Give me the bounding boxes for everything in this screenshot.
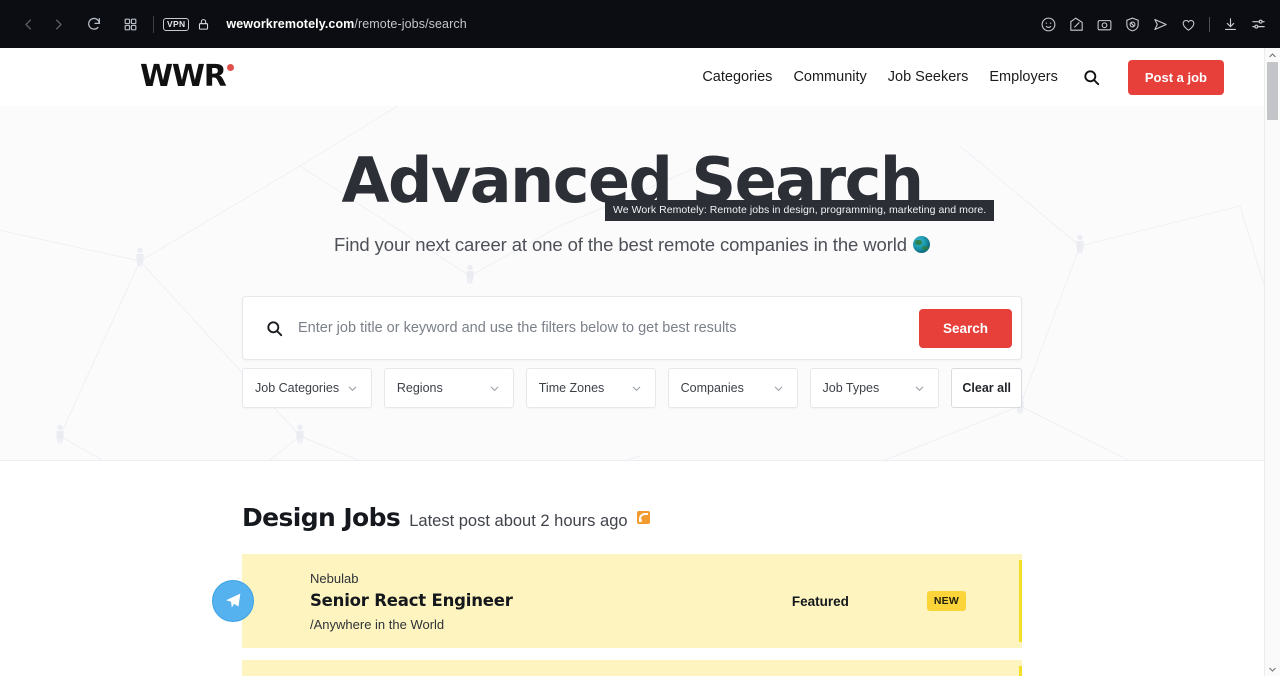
search-input[interactable] (298, 320, 919, 336)
reload-icon (86, 16, 102, 32)
search-button[interactable]: Search (918, 308, 1012, 348)
site-header: WWR Categories Community Job Seekers Emp… (0, 48, 1264, 106)
browser-viewport: WWR Categories Community Job Seekers Emp… (0, 48, 1280, 676)
jobs-inner: Design Jobs Latest post about 2 hours ag… (212, 503, 1022, 676)
globe-emoji-icon (912, 236, 930, 253)
vertical-scrollbar[interactable] (1264, 48, 1280, 676)
nav-item-employers[interactable]: Employers (989, 69, 1058, 85)
chevron-down-icon (772, 382, 785, 395)
job-region: /Anywhere in the World (310, 616, 445, 632)
logo-dot-icon (226, 64, 234, 71)
chevron-down-icon (346, 382, 359, 395)
post-a-job-button[interactable]: Post a job (1127, 59, 1224, 95)
grid-tabs-icon (123, 17, 138, 32)
job-title[interactable]: Senior React Engineer (310, 591, 792, 610)
shield-block-icon[interactable] (1123, 15, 1142, 34)
url-host: weworkremotely.com (226, 17, 355, 31)
job-card-accent-bar (1019, 560, 1022, 642)
filter-companies[interactable]: Companies (667, 368, 798, 408)
chevron-down-icon (488, 382, 501, 395)
filter-regions-label: Regions (396, 381, 443, 395)
header-search-icon[interactable] (1082, 68, 1101, 87)
url-path: /remote-jobs/search (354, 17, 467, 31)
latest-post-text: Latest post about 2 hours ago (409, 512, 628, 530)
hero-section: Advanced Search Find your next career at… (0, 106, 1264, 461)
hero-inner: Advanced Search Find your next career at… (0, 150, 1264, 408)
search-box[interactable]: Search (242, 296, 1022, 360)
job-featured-label: Featured (791, 593, 849, 609)
nav-item-community[interactable]: Community (793, 69, 866, 85)
job-info: Nebulab Senior React Engineer /Anywhere … (310, 571, 792, 632)
forward-arrow-icon (51, 17, 66, 32)
magnifier-icon (265, 319, 284, 338)
back-arrow-icon (21, 17, 36, 32)
edit-markup-icon[interactable] (1067, 15, 1086, 34)
download-icon[interactable] (1221, 15, 1240, 34)
chevron-down-icon (913, 382, 926, 395)
search-panel: Search Job Categories Regions Time Zones (242, 296, 1023, 408)
forward-button[interactable] (44, 10, 72, 38)
emoji-smiley-icon[interactable] (1039, 15, 1058, 34)
lock-icon[interactable] (197, 18, 210, 31)
filters-row: Job Categories Regions Time Zones Compan… (242, 368, 1023, 408)
reload-button[interactable] (80, 10, 108, 38)
send-telegram-icon[interactable] (1151, 15, 1170, 34)
main-navigation: Categories Community Job Seekers Employe… (702, 59, 1224, 95)
toolbar-divider (153, 15, 154, 33)
filter-companies-label: Companies (680, 381, 744, 395)
browser-nav-buttons (14, 10, 144, 38)
page-content: WWR Categories Community Job Seekers Emp… (0, 48, 1264, 676)
chevron-down-icon (630, 382, 643, 395)
status-badge-new: NEW (926, 591, 966, 611)
rss-feed-icon[interactable] (636, 511, 650, 524)
settings-sliders-icon[interactable] (1249, 15, 1268, 34)
toolbar-divider-right (1209, 16, 1210, 32)
filter-job-categories[interactable]: Job Categories (242, 368, 372, 408)
heart-favorite-icon[interactable] (1179, 15, 1198, 34)
browser-toolbar-actions (1039, 0, 1268, 48)
scrollbar-track[interactable] (1265, 62, 1280, 662)
address-bar[interactable]: weworkremotely.com/remote-jobs/search (226, 17, 466, 31)
hero-subtitle-text: Find your next career at one of the best… (334, 234, 907, 255)
jobs-section: Design Jobs Latest post about 2 hours ag… (0, 461, 1264, 676)
jobs-section-header: Design Jobs Latest post about 2 hours ag… (242, 503, 1022, 532)
job-listing-row[interactable]: Nebulab Senior React Engineer /Anywhere … (212, 554, 1022, 648)
browser-toolbar: VPN weworkremotely.com/remote-jobs/searc… (0, 0, 1280, 48)
job-listing-row[interactable]: Karat Financial (242, 660, 1022, 676)
scroll-up-arrow-icon[interactable] (1265, 48, 1280, 62)
wwr-logo[interactable]: WWR (140, 62, 234, 92)
hero-subtitle: Find your next career at one of the best… (0, 234, 1264, 256)
paper-plane-logo-icon (212, 580, 254, 622)
filter-time-zones-label: Time Zones (538, 381, 605, 395)
filter-regions[interactable]: Regions (383, 368, 514, 408)
filter-job-categories-label: Job Categories (255, 381, 340, 395)
tab-overview-button[interactable] (116, 10, 144, 38)
filter-job-types[interactable]: Job Types (809, 368, 940, 408)
filter-time-zones[interactable]: Time Zones (525, 368, 656, 408)
job-card-accent-bar (1019, 666, 1022, 676)
nav-item-job-seekers[interactable]: Job Seekers (888, 69, 969, 85)
clear-all-button[interactable]: Clear all (951, 368, 1023, 408)
back-button[interactable] (14, 10, 42, 38)
browser-tooltip: We Work Remotely: Remote jobs in design,… (605, 200, 995, 221)
screenshot-camera-icon[interactable] (1095, 15, 1114, 34)
nav-item-categories[interactable]: Categories (702, 69, 772, 85)
scrollbar-thumb[interactable] (1267, 62, 1278, 120)
jobs-section-title: Design Jobs (242, 503, 401, 532)
filter-job-types-label: Job Types (822, 381, 880, 395)
logo-text: WWR (140, 59, 227, 94)
vpn-indicator[interactable]: VPN (163, 17, 190, 31)
scroll-down-arrow-icon[interactable] (1265, 662, 1280, 676)
job-company-name: Nebulab (310, 570, 359, 586)
